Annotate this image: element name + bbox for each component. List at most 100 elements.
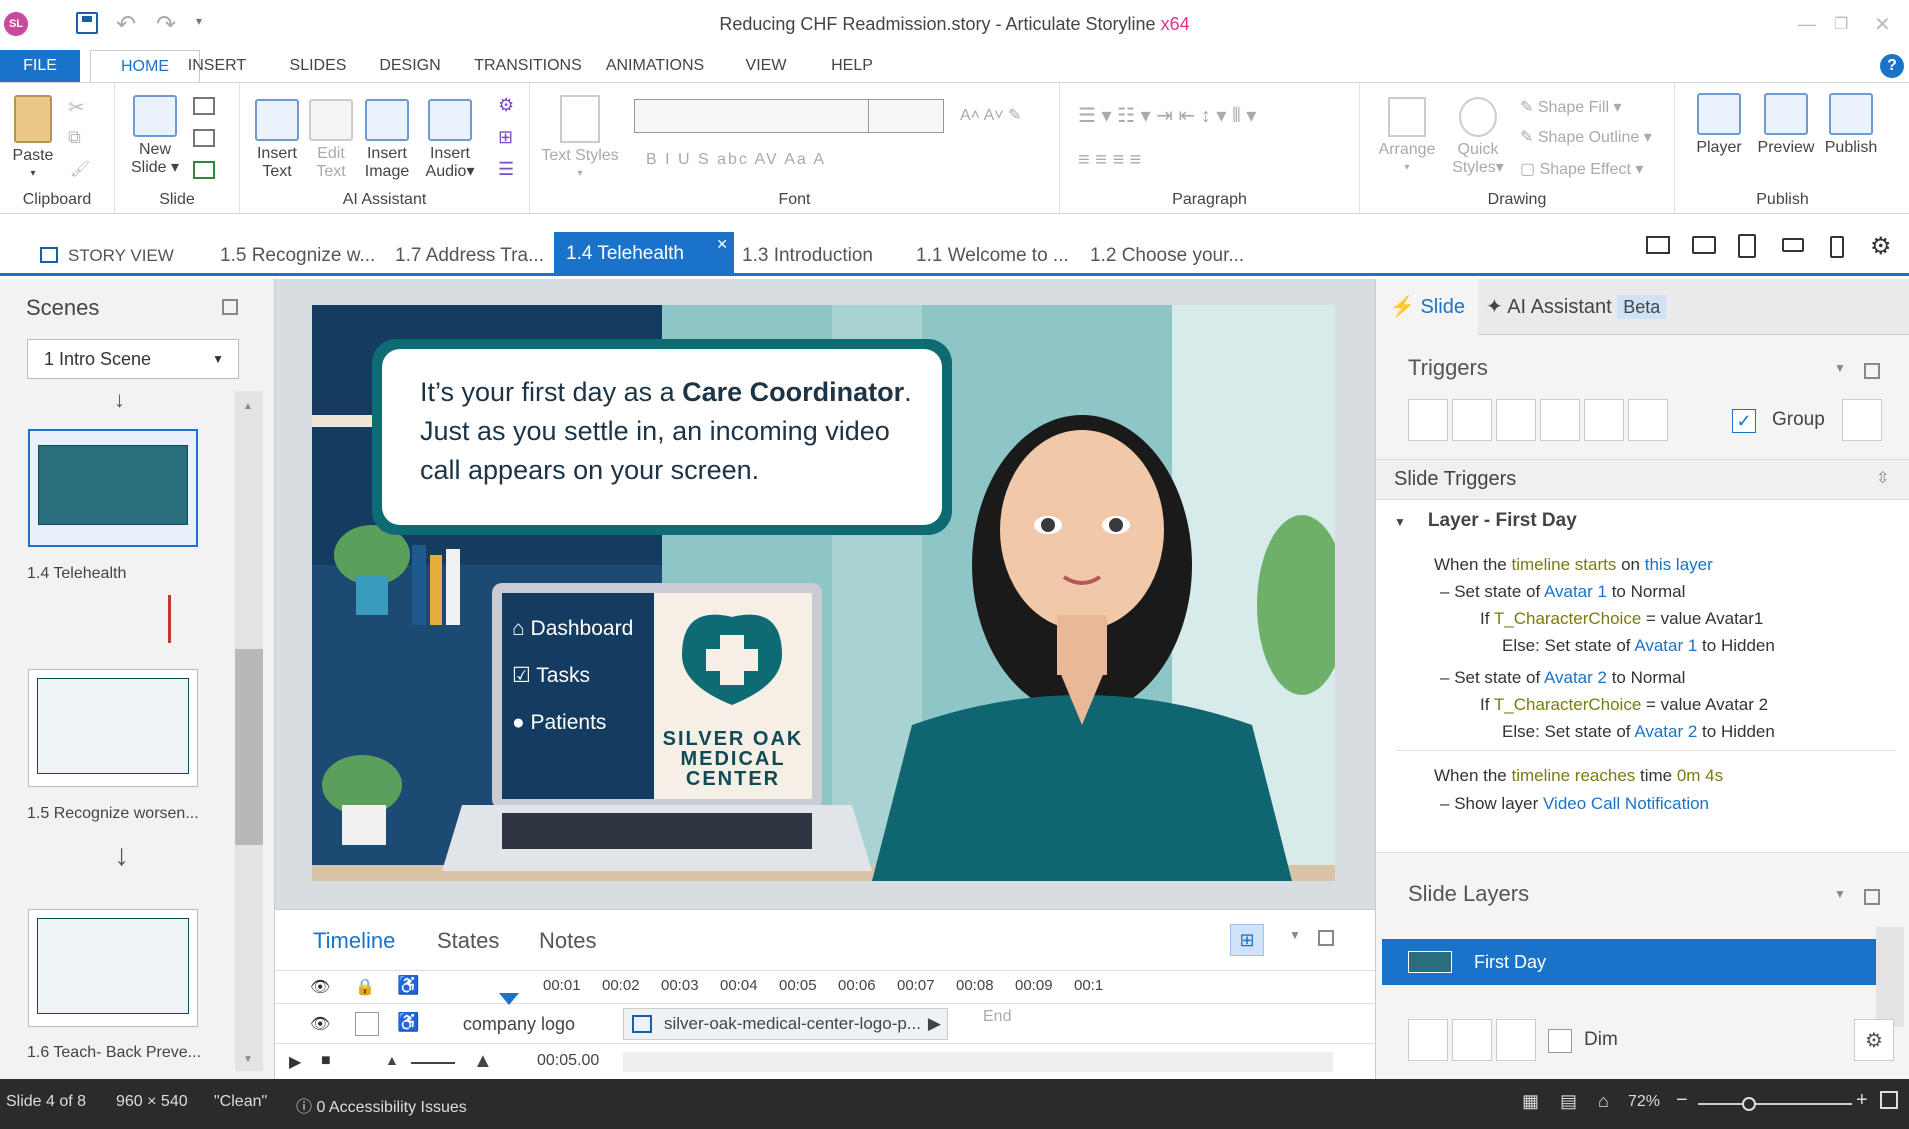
zoom-out-button[interactable]: − [1676,1089,1688,1112]
scene-thumb-recognize[interactable] [28,669,198,787]
row-asset-bar[interactable]: silver-oak-medical-center-logo-p... ▶ [623,1008,948,1040]
scene-select[interactable]: 1 Intro Scene ▼ [27,339,239,379]
paste-trigger-icon[interactable] [1540,399,1580,441]
shape-effect-button[interactable]: ▢ Shape Effect ▾ [1520,159,1643,179]
dim-checkbox[interactable] [1548,1029,1572,1053]
tab-slide-panel[interactable]: ⚡ Slide [1376,279,1478,335]
action-set-avatar2[interactable]: – Set state of Avatar 2 to Normal [1440,668,1685,688]
close-tab-icon[interactable]: ✕ [716,232,728,266]
text-styles-button[interactable]: Text Styles ▾ [540,95,620,183]
story-view-status-icon[interactable]: ▦ [1522,1091,1539,1112]
shape-fill-button[interactable]: ✎ Shape Fill ▾ [1520,97,1622,117]
arrange-button[interactable]: Arrange ▾ [1374,97,1440,177]
lock-all-icon[interactable]: 🔒 [355,977,375,997]
scene-thumb-teach-back[interactable] [28,909,198,1027]
phone-landscape-icon[interactable] [1782,238,1804,252]
tablet-landscape-icon[interactable] [1692,236,1716,254]
zoom-thumb[interactable] [1742,1097,1756,1111]
layers-undock-icon[interactable] [1864,889,1880,905]
edit-trigger-icon[interactable] [1452,399,1492,441]
settings-gear-icon[interactable]: ⚙ [1870,232,1892,261]
tab-view[interactable]: VIEW [736,50,796,82]
help-icon[interactable]: ? [1880,54,1904,78]
tab-help[interactable]: HELP [824,50,880,82]
condition-avatar2[interactable]: If T_CharacterChoice = value Avatar 2 [1480,695,1768,715]
tab-file[interactable]: FILE [0,50,80,82]
move-trigger-icon[interactable] [1628,399,1668,441]
trigger-timeline-starts[interactable]: When the timeline starts on this layer [1434,555,1713,575]
zoom-slider[interactable] [1698,1097,1852,1111]
minimize-icon[interactable]: — [1798,14,1816,35]
slide-master-status-icon[interactable]: ⌂ [1598,1091,1609,1112]
layers-scrollbar[interactable] [1876,927,1904,1027]
font-format-row[interactable]: B I U S abc AV Aa A [646,151,826,169]
edit-text-button[interactable]: Edit Text [306,99,356,181]
new-layer-icon[interactable] [1408,1019,1448,1061]
delete-trigger-icon[interactable] [1584,399,1624,441]
doc-tab-1-2[interactable]: 1.2 Choose your... [1090,236,1250,276]
publish-button[interactable]: Publish [1819,93,1883,157]
insert-audio-button[interactable]: Insert Audio▾ [418,99,482,181]
stop-icon[interactable]: ■ [321,1052,331,1070]
shape-outline-button[interactable]: ✎ Shape Outline ▾ [1520,127,1652,147]
tab-animations[interactable]: ANIMATIONS [600,50,710,82]
layer-row-first-day[interactable]: First Day [1382,939,1876,985]
duplicate-icon[interactable] [193,161,215,179]
layout-icon[interactable] [193,97,215,115]
insert-image-button[interactable]: Insert Image [358,99,416,181]
timeline-row[interactable]: 👁 ♿ company logo silver-oak-medical-cent… [275,1004,1375,1044]
zoom-in-button[interactable]: + [1856,1089,1868,1112]
action-show-layer[interactable]: – Show layer Video Call Notification [1440,794,1709,814]
show-all-eye-icon[interactable]: 👁 [310,977,330,997]
doc-tab-1-7[interactable]: 1.7 Address Tra... [395,236,545,276]
paste-button[interactable]: Paste ▾ [8,95,58,183]
delete-layer-icon[interactable] [1496,1019,1536,1061]
new-slide-button[interactable]: New Slide ▾ [125,95,185,177]
copy-icon[interactable]: ⧉ [68,127,81,148]
tab-states[interactable]: States [437,928,499,954]
doc-tab-1-1[interactable]: 1.1 Welcome to ... [916,236,1076,276]
row-eye-icon[interactable]: 👁 [310,1014,330,1034]
preview-button[interactable]: Preview [1753,93,1819,157]
layers-menu-icon[interactable]: ▼ [1834,887,1846,901]
restore-icon[interactable]: ❐ [1834,14,1848,34]
scenes-scrollbar[interactable]: ▲ ▼ [235,391,263,1071]
align-buttons[interactable]: ≡ ≡ ≡ ≡ [1078,149,1141,172]
zoom-out-icon[interactable]: ▲ [385,1052,399,1068]
collapse-all-icon[interactable]: ⇳ [1876,468,1889,488]
ai-list-icon[interactable]: ☰ [498,159,514,180]
accessibility-icon[interactable]: ♿ [397,975,419,996]
timeline-align-icon[interactable]: ⊞ [1230,924,1264,956]
tab-notes[interactable]: Notes [539,928,596,954]
row-name[interactable]: company logo [385,1014,575,1035]
group-checkbox[interactable]: ✓ [1732,409,1756,433]
player-button[interactable]: Player [1689,93,1749,157]
tab-ai-assistant-panel[interactable]: ✦ AI Assistant Beta [1486,279,1667,335]
font-size-select[interactable] [868,99,944,133]
ai-settings-icon[interactable]: ⚙ [498,95,514,116]
accessibility-issues[interactable]: ⓘ 0 Accessibility Issues [296,1093,467,1117]
doc-tab-1-5[interactable]: 1.5 Recognize w... [220,236,380,276]
desktop-view-icon[interactable] [1646,236,1670,254]
trigger-timeline-reaches[interactable]: When the timeline reaches time 0m 4s [1434,766,1723,786]
doc-tab-1-3[interactable]: 1.3 Introduction [742,236,892,276]
cut-icon[interactable]: ✂ [68,95,85,120]
triggers-menu-icon[interactable]: ▼ [1834,361,1846,375]
story-view-tab[interactable]: STORY VIEW [40,236,190,276]
triggers-undock-icon[interactable] [1864,363,1880,379]
close-icon[interactable]: ✕ [1874,12,1891,37]
tab-timeline[interactable]: Timeline [313,928,395,954]
else-avatar1[interactable]: Else: Set state of Avatar 1 to Hidden [1502,636,1775,656]
zoom-in-icon[interactable]: ▲ [473,1050,493,1073]
font-family-select[interactable] [634,99,870,133]
copy-trigger-icon[interactable] [1496,399,1536,441]
fit-to-window-icon[interactable] [1880,1091,1898,1109]
scene-thumb-telehealth[interactable] [28,429,198,547]
layer-properties-icon[interactable]: ⚙ [1854,1019,1894,1061]
timeline-undock-icon[interactable] [1318,930,1334,946]
duplicate-layer-icon[interactable] [1452,1019,1492,1061]
normal-view-status-icon[interactable]: ▤ [1560,1091,1577,1112]
timeline-hscroll[interactable] [623,1052,1333,1072]
tablet-portrait-icon[interactable] [1738,234,1756,258]
reset-icon[interactable] [193,129,215,147]
